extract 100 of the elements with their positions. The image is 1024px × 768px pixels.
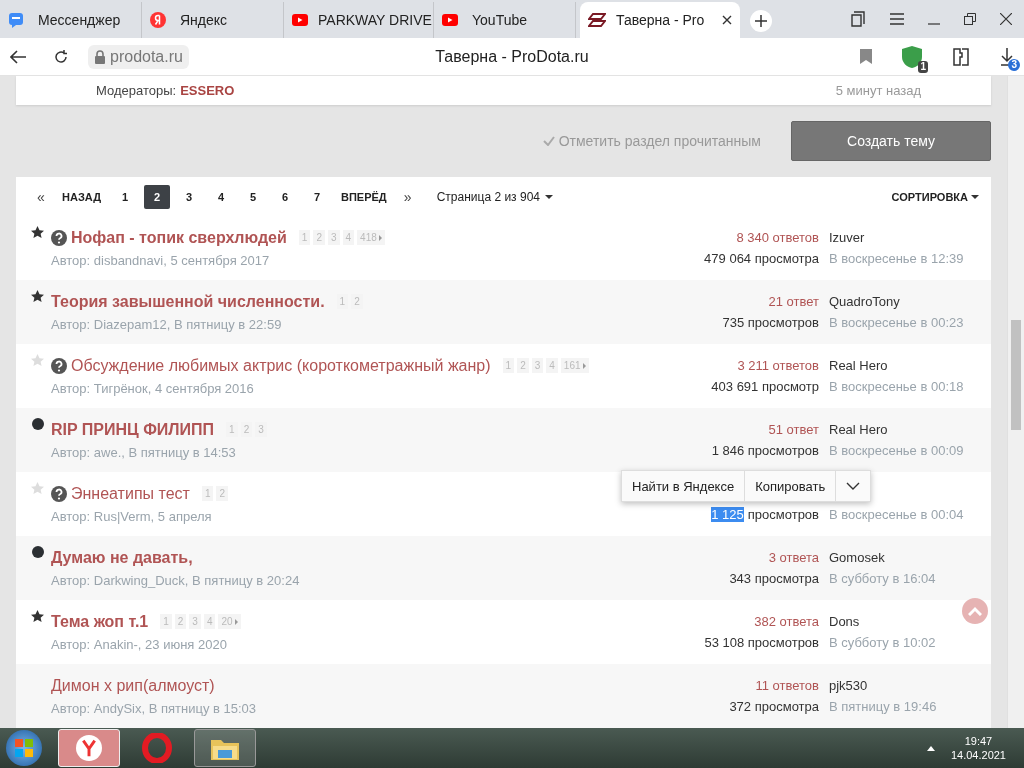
tray-arrow-icon[interactable]	[926, 745, 935, 751]
topic-author: Автор: Rus|Verm, 5 апреля	[51, 508, 213, 524]
moderators-label: Модераторы:	[96, 83, 177, 99]
last-poster-link[interactable]: Gomosek	[829, 550, 965, 565]
restore-icon[interactable]	[964, 13, 976, 25]
page-link[interactable]: 2	[143, 184, 170, 209]
page-link[interactable]: 6	[271, 184, 298, 209]
topic-title-link[interactable]: Теория завышенной численности.	[51, 292, 325, 311]
play-logo-icon	[292, 14, 308, 26]
badge: 3	[1008, 58, 1020, 71]
topic-title-link[interactable]: Тема жоп т.1	[51, 612, 149, 631]
prev-page-link[interactable]: НАЗАД	[54, 184, 109, 209]
address-bar[interactable]: prodota.ru	[88, 44, 189, 69]
page-link[interactable]: 4	[207, 184, 234, 209]
last-post-time: В воскресенье в 00:04	[829, 507, 965, 522]
last-post-time: В субботу в 16:04	[829, 571, 937, 586]
star-icon[interactable]	[31, 482, 44, 494]
topic-author: Автор: Darkwing_Duck, В пятницу в 20:24	[51, 572, 301, 588]
back-arrow-icon[interactable]	[10, 49, 26, 64]
view-count: 479 064 просмотра	[704, 251, 819, 266]
last-poster-link[interactable]: Dons	[829, 614, 965, 629]
yandex-logo-icon	[150, 12, 166, 28]
new-tab-icon[interactable]	[755, 15, 767, 27]
play-logo-icon	[442, 14, 458, 26]
reply-count: 51 ответ	[768, 422, 819, 437]
next-page-link[interactable]: ВПЕРЁД	[332, 184, 395, 209]
selected-text: 1 125	[711, 507, 744, 522]
last-post-time: В воскресенье в 00:23	[829, 315, 965, 330]
last-poster-link[interactable]: QuadroTony	[829, 294, 965, 309]
last-post-time: В воскресенье в 12:39	[829, 251, 965, 266]
checkmark-icon	[542, 136, 555, 147]
taskbar-app-button[interactable]	[194, 729, 256, 767]
view-count: просмотров	[747, 507, 819, 522]
reload-icon[interactable]	[54, 49, 68, 64]
shield-icon[interactable]	[902, 45, 922, 68]
clock-date: 14.04.2021	[950, 749, 1006, 761]
reply-count: 382 ответа	[754, 614, 819, 629]
arrow-icon	[582, 362, 586, 369]
reply-count: 3 211 ответов	[737, 358, 819, 373]
last-post-time: В воскресенье в 00:09	[829, 443, 965, 458]
topic-title-link[interactable]: Нофап - топик сверхлюдей	[71, 228, 287, 247]
caret-icon	[545, 194, 553, 199]
view-count: 735 просмотров	[722, 315, 819, 330]
topic-author: Автор: disbandnavi, 5 сентября 2017	[51, 252, 271, 268]
context-menu-item[interactable]: Найти в Яндексе	[622, 471, 746, 501]
topic-title-link[interactable]: Димон х рип(алмоуст)	[51, 676, 215, 695]
page-link[interactable]: 3	[175, 184, 202, 209]
last-poster-link[interactable]: Real Hero	[829, 358, 965, 373]
scrollbar-thumb[interactable]	[1011, 320, 1021, 430]
scrollbar[interactable]	[1007, 76, 1024, 728]
last-post-time: В пятницу в 19:46	[829, 699, 938, 714]
last-poster-link[interactable]: pjk530	[829, 678, 965, 693]
star-icon[interactable]	[31, 290, 44, 302]
browser-tab[interactable]: Таверна - Pro	[580, 2, 740, 38]
last-page-link[interactable]: »	[394, 184, 421, 209]
topic-author: Автор: AndySix, В пятницу в 15:03	[51, 700, 258, 716]
menu-icon[interactable]	[890, 13, 904, 25]
yandex-logo-icon	[76, 735, 102, 761]
close-icon[interactable]	[722, 15, 732, 25]
view-count: 372 просмотра	[729, 699, 819, 714]
topic-title-link[interactable]: Эннеатипы тест	[71, 484, 190, 503]
last-poster-link[interactable]: Real Hero	[829, 422, 965, 437]
download-icon[interactable]	[1000, 47, 1014, 66]
topic-title-link[interactable]: Обсуждение любимых актрис (короткометражный жанр)	[71, 356, 491, 375]
chevron-down-icon[interactable]	[846, 482, 861, 490]
start-button[interactable]	[6, 730, 42, 766]
page-link[interactable]: 5	[239, 184, 266, 209]
reply-count: 3 ответа	[768, 550, 819, 565]
chevron-up-icon	[968, 606, 982, 616]
topic-title-link[interactable]: RIP ПРИНЦ ФИЛИПП	[51, 420, 215, 439]
sort-menu[interactable]: СОРТИРОВКА	[891, 190, 979, 203]
page-link[interactable]: 7	[303, 184, 330, 209]
badge: 1	[918, 60, 928, 73]
star-icon[interactable]	[31, 354, 44, 366]
reply-count: 8 340 ответов	[736, 230, 819, 245]
last-post-time: В субботу в 10:02	[829, 635, 937, 650]
context-menu-item[interactable]: Копировать	[745, 471, 837, 501]
caret-icon	[971, 194, 979, 199]
page-link[interactable]: 1	[111, 184, 138, 209]
arrow-icon	[378, 234, 382, 241]
topic-author: Автор: Тигрёнок, 4 сентября 2016	[51, 380, 255, 396]
topic-title-link[interactable]: Думаю не давать,	[51, 548, 193, 567]
bookmark-icon[interactable]	[860, 49, 872, 64]
create-topic-button[interactable]: Создать тему	[791, 121, 991, 162]
last-poster-link[interactable]: Izuver	[829, 230, 965, 245]
topic-author: Автор: awe., В пятницу в 14:53	[51, 444, 237, 460]
windows-logo-icon	[15, 739, 33, 757]
tabs-icon[interactable]	[850, 11, 866, 27]
view-count: 53 108 просмотров	[704, 635, 819, 650]
dot-icon	[31, 546, 44, 558]
page-selector[interactable]: Страница 2 из 904	[436, 189, 553, 204]
page-title: Таверна - ProDota.ru	[435, 47, 589, 65]
clock-time: 19:47	[964, 735, 993, 747]
moderator-link[interactable]: ESSERO	[180, 83, 235, 99]
close-icon[interactable]	[1000, 13, 1012, 25]
view-count: 403 691 просмотр	[711, 379, 819, 394]
reply-count: 11 ответов	[755, 678, 819, 693]
star-icon[interactable]	[31, 610, 44, 622]
first-page-link[interactable]: «	[28, 184, 54, 209]
star-icon[interactable]	[31, 226, 44, 238]
